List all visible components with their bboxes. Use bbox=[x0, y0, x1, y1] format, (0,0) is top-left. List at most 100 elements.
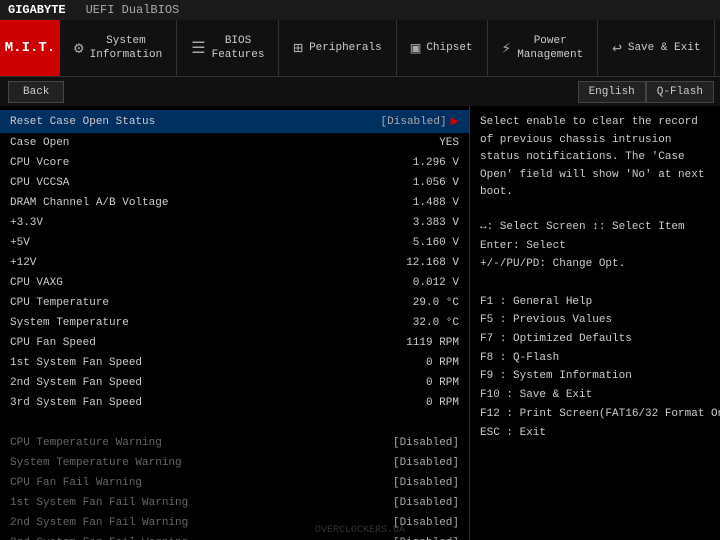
setting-value-case-open: YES bbox=[439, 137, 459, 149]
hint-line bbox=[480, 274, 710, 293]
settings-list: Reset Case Open Status [Disabled] ▶ Case Op… bbox=[0, 110, 469, 540]
setting-row-cpu-temp: CPU Temperature29.0 °C bbox=[0, 293, 469, 313]
setting-value-sys-fan1: 0 RPM bbox=[426, 357, 459, 369]
hint-line: F9 : System Information bbox=[480, 367, 710, 386]
setting-name-dram-voltage: DRAM Channel A/B Voltage bbox=[10, 197, 168, 209]
setting-row-v33: +3.3V 3.383 V bbox=[0, 213, 469, 233]
setting-name-cpu-vccsa: CPU VCCSA bbox=[10, 177, 69, 189]
setting-row-case-open: Case Open YES bbox=[0, 133, 469, 153]
left-panel: Reset Case Open Status [Disabled] ▶ Case Op… bbox=[0, 106, 470, 540]
mit-button[interactable]: M.I.T. bbox=[0, 20, 60, 76]
setting-name-sys-temp-warn: System Temperature Warning bbox=[10, 457, 182, 469]
setting-name-sys-fan3: 3rd System Fan Speed bbox=[10, 397, 142, 409]
brand-title: GIGABYTE bbox=[8, 3, 66, 17]
setting-name-sys-fan1-warn: 1st System Fan Fail Warning bbox=[10, 497, 188, 509]
setting-row-reset-case[interactable]: Reset Case Open Status [Disabled] ▶ bbox=[0, 110, 469, 133]
hint-line: F1 : General Help bbox=[480, 293, 710, 312]
setting-row-cpu-fan-speed: CPU Fan Speed1119 RPM bbox=[0, 333, 469, 353]
setting-value-cpu-vaxg: 0.012 V bbox=[413, 277, 459, 289]
setting-name-sys-fan1: 1st System Fan Speed bbox=[10, 357, 142, 369]
setting-row-empty1 bbox=[0, 413, 469, 433]
setting-value-sys-temp: 32.0 °C bbox=[413, 317, 459, 329]
setting-row-sys-fan1-warn[interactable]: 1st System Fan Fail Warning [Disabled] bbox=[0, 493, 469, 513]
bios-features-icon: ☰ bbox=[191, 38, 205, 58]
nav-items: ⚙ SystemInformation ☰BIOSFeatures ⊞ Peripher… bbox=[60, 20, 715, 76]
setting-value-sys-temp-warn: [Disabled] bbox=[393, 457, 459, 469]
setting-name-v5: +5V bbox=[10, 237, 30, 249]
setting-name-v12: +12V bbox=[10, 257, 36, 269]
system-information-icon: ⚙ bbox=[74, 38, 84, 58]
setting-name-sys-fan2-warn: 2nd System Fan Fail Warning bbox=[10, 517, 188, 529]
setting-value-v12: 12.168 V bbox=[406, 257, 459, 269]
power-management-icon: ⚡ bbox=[502, 38, 512, 58]
setting-row-v12: +12V 12.168 V bbox=[0, 253, 469, 273]
setting-row-sys-fan1: 1st System Fan Speed 0 RPM bbox=[0, 353, 469, 373]
setting-name-cpu-vcore: CPU Vcore bbox=[10, 157, 69, 169]
nav-item-power-management[interactable]: ⚡PowerManagement bbox=[488, 20, 599, 76]
setting-name-reset-case: Reset Case Open Status bbox=[10, 116, 155, 128]
nav-item-chipset[interactable]: ▣ Chipset bbox=[397, 20, 488, 76]
setting-row-sys-fan3: 3rd System Fan Speed 0 RPM bbox=[0, 393, 469, 413]
hint-line: F8 : Q-Flash bbox=[480, 349, 710, 368]
back-button[interactable]: Back bbox=[8, 81, 64, 103]
setting-value-reset-case: [Disabled] bbox=[381, 116, 447, 128]
setting-value-v33: 3.383 V bbox=[413, 217, 459, 229]
setting-value-cpu-vccsa: 1.056 V bbox=[413, 177, 459, 189]
setting-value-v5: 5.160 V bbox=[413, 237, 459, 249]
setting-row-sys-temp-warn[interactable]: System Temperature Warning [Disabled] bbox=[0, 453, 469, 473]
setting-value-cpu-vcore: 1.296 V bbox=[413, 157, 459, 169]
qflash-button[interactable]: Q-Flash bbox=[646, 81, 714, 103]
nav-item-system-information[interactable]: ⚙ SystemInformation bbox=[60, 20, 177, 76]
setting-name-cpu-vaxg: CPU VAXG bbox=[10, 277, 63, 289]
setting-value-cpu-fan-speed: 1119 RPM bbox=[406, 337, 459, 349]
setting-value-sys-fan2-warn: [Disabled] bbox=[393, 517, 459, 529]
nav-bar: M.I.T. ⚙ SystemInformation ☰BIOSFeatures ⊞ P… bbox=[0, 20, 720, 76]
peripherals-label: Peripherals bbox=[309, 41, 382, 55]
hint-line: F12 : Print Screen(FAT16/32 Format Only) bbox=[480, 405, 710, 424]
setting-name-cpu-temp-warn: CPU Temperature Warning bbox=[10, 437, 162, 449]
hint-line: F5 : Previous Values bbox=[480, 311, 710, 330]
right-panel: Select enable to clear the record of pre… bbox=[470, 106, 720, 540]
setting-row-cpu-vccsa: CPU VCCSA 1.056 V bbox=[0, 173, 469, 193]
setting-row-sys-temp: System Temperature 32.0 °C bbox=[0, 313, 469, 333]
setting-value-sys-fan2: 0 RPM bbox=[426, 377, 459, 389]
setting-value-sys-fan1-warn: [Disabled] bbox=[393, 497, 459, 509]
setting-name-case-open: Case Open bbox=[10, 137, 69, 149]
chipset-icon: ▣ bbox=[411, 38, 421, 58]
setting-name-cpu-temp: CPU Temperature bbox=[10, 297, 109, 309]
setting-row-dram-voltage: DRAM Channel A/B Voltage 1.488 V bbox=[0, 193, 469, 213]
setting-row-cpu-vaxg: CPU VAXG 0.012 V bbox=[0, 273, 469, 293]
setting-name-sys-fan2: 2nd System Fan Speed bbox=[10, 377, 142, 389]
setting-row-sys-fan3-warn[interactable]: 3rd System Fan Fail Warning[Disabled] bbox=[0, 533, 469, 540]
setting-value-sys-fan3: 0 RPM bbox=[426, 397, 459, 409]
main-content: Reset Case Open Status [Disabled] ▶ Case Op… bbox=[0, 106, 720, 540]
setting-row-cpu-temp-warn[interactable]: CPU Temperature Warning [Disabled] bbox=[0, 433, 469, 453]
hint-line: ESC : Exit bbox=[480, 424, 710, 443]
hint-line: ↔: Select Screen ↕: Select Item bbox=[480, 218, 710, 237]
dualbios-title: UEFI DualBIOS bbox=[86, 3, 180, 17]
setting-name-v33: +3.3V bbox=[10, 217, 43, 229]
lang-button[interactable]: English bbox=[578, 81, 646, 103]
nav-item-save-exit[interactable]: ↩ Save & Exit bbox=[598, 20, 715, 76]
arrow-indicator-reset-case: ▶ bbox=[451, 113, 459, 130]
hint-line: +/-/PU/PD: Change Opt. bbox=[480, 255, 710, 274]
system-information-label: SystemInformation bbox=[90, 34, 163, 63]
setting-value-cpu-temp-warn: [Disabled] bbox=[393, 437, 459, 449]
peripherals-icon: ⊞ bbox=[293, 38, 303, 58]
setting-name-cpu-fan-warn: CPU Fan Fail Warning bbox=[10, 477, 142, 489]
nav-item-peripherals[interactable]: ⊞ Peripherals bbox=[279, 20, 396, 76]
top-bar: GIGABYTE UEFI DualBIOS bbox=[0, 0, 720, 20]
hint-line: Enter: Select bbox=[480, 237, 710, 256]
setting-row-cpu-vcore: CPU Vcore 1.296 V bbox=[0, 153, 469, 173]
setting-row-v5: +5V 5.160 V bbox=[0, 233, 469, 253]
setting-row-sys-fan2-warn[interactable]: 2nd System Fan Fail Warning [Disabled] bbox=[0, 513, 469, 533]
setting-value-dram-voltage: 1.488 V bbox=[413, 197, 459, 209]
setting-name-sys-temp: System Temperature bbox=[10, 317, 129, 329]
hint-line: F7 : Optimized Defaults bbox=[480, 330, 710, 349]
save-exit-label: Save & Exit bbox=[628, 41, 701, 55]
save-exit-icon: ↩ bbox=[612, 38, 622, 58]
chipset-label: Chipset bbox=[426, 41, 472, 55]
setting-row-cpu-fan-warn[interactable]: CPU Fan Fail Warning[Disabled] bbox=[0, 473, 469, 493]
nav-item-bios-features[interactable]: ☰BIOSFeatures bbox=[177, 20, 279, 76]
setting-row-sys-fan2: 2nd System Fan Speed 0 RPM bbox=[0, 373, 469, 393]
